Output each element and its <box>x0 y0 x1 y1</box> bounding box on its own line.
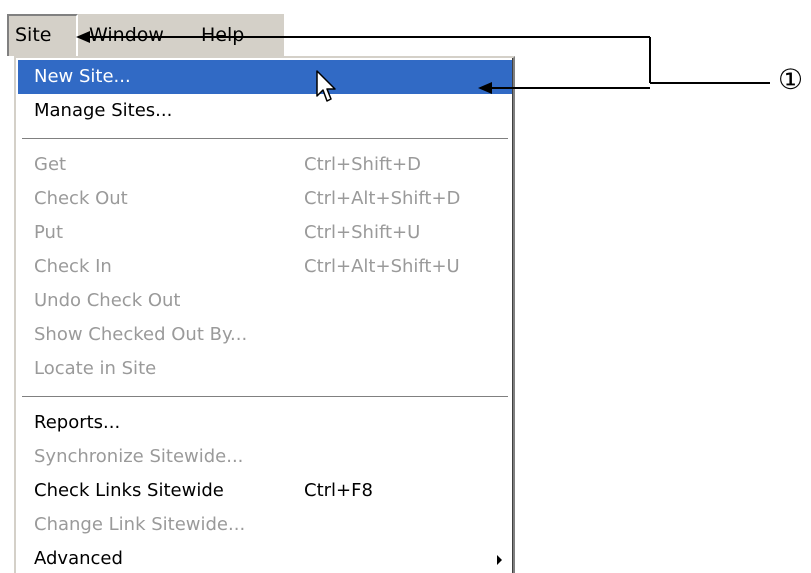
callout-arrowhead-new-site <box>478 82 492 94</box>
callout-arrowhead-site-menu <box>76 31 90 43</box>
screenshot-stage: Site Window Help New Site... Manage Site… <box>0 0 811 573</box>
callout-number-marker: ① <box>778 63 804 96</box>
annotation-callout-lines <box>76 31 770 94</box>
